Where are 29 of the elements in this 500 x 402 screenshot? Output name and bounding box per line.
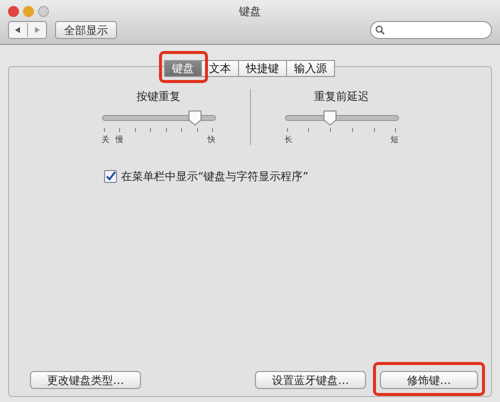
minimize-button[interactable]: [23, 6, 34, 16]
push-button[interactable]: 修饰键…: [380, 371, 478, 389]
window-title: 键盘: [239, 4, 261, 18]
slider-thumb[interactable]: [188, 110, 202, 126]
tick-label: 快: [208, 134, 216, 145]
slider-label: 重复前延迟: [313, 89, 370, 104]
slider-label: 按键重复: [136, 89, 182, 104]
back-forward-control[interactable]: [8, 21, 47, 39]
tick-label: 慢: [116, 134, 124, 145]
push-button[interactable]: 更改键盘类型…: [30, 371, 141, 389]
tab[interactable]: 快捷键: [238, 60, 287, 77]
checkbox[interactable]: [104, 170, 117, 183]
checkbox-label: 在菜单栏中显示“键盘与字符显示程序”: [121, 169, 308, 184]
slider[interactable]: [102, 110, 216, 126]
zoom-button[interactable]: [38, 6, 49, 16]
show-all-button[interactable]: 全部显示: [55, 21, 117, 39]
slider[interactable]: [284, 110, 398, 126]
close-button[interactable]: [8, 6, 19, 16]
tab[interactable]: 键盘: [164, 60, 202, 77]
tick-label: 短: [390, 134, 398, 145]
tab[interactable]: 输入源: [286, 60, 335, 77]
search-icon: [375, 25, 385, 35]
tick-label: 关: [102, 134, 110, 145]
tick-label: 长: [284, 134, 292, 145]
push-button[interactable]: 设置蓝牙键盘…: [255, 371, 366, 389]
forward-icon[interactable]: [33, 26, 41, 34]
back-icon[interactable]: [14, 26, 22, 34]
slider-thumb[interactable]: [323, 110, 338, 126]
search-field[interactable]: [370, 21, 492, 39]
